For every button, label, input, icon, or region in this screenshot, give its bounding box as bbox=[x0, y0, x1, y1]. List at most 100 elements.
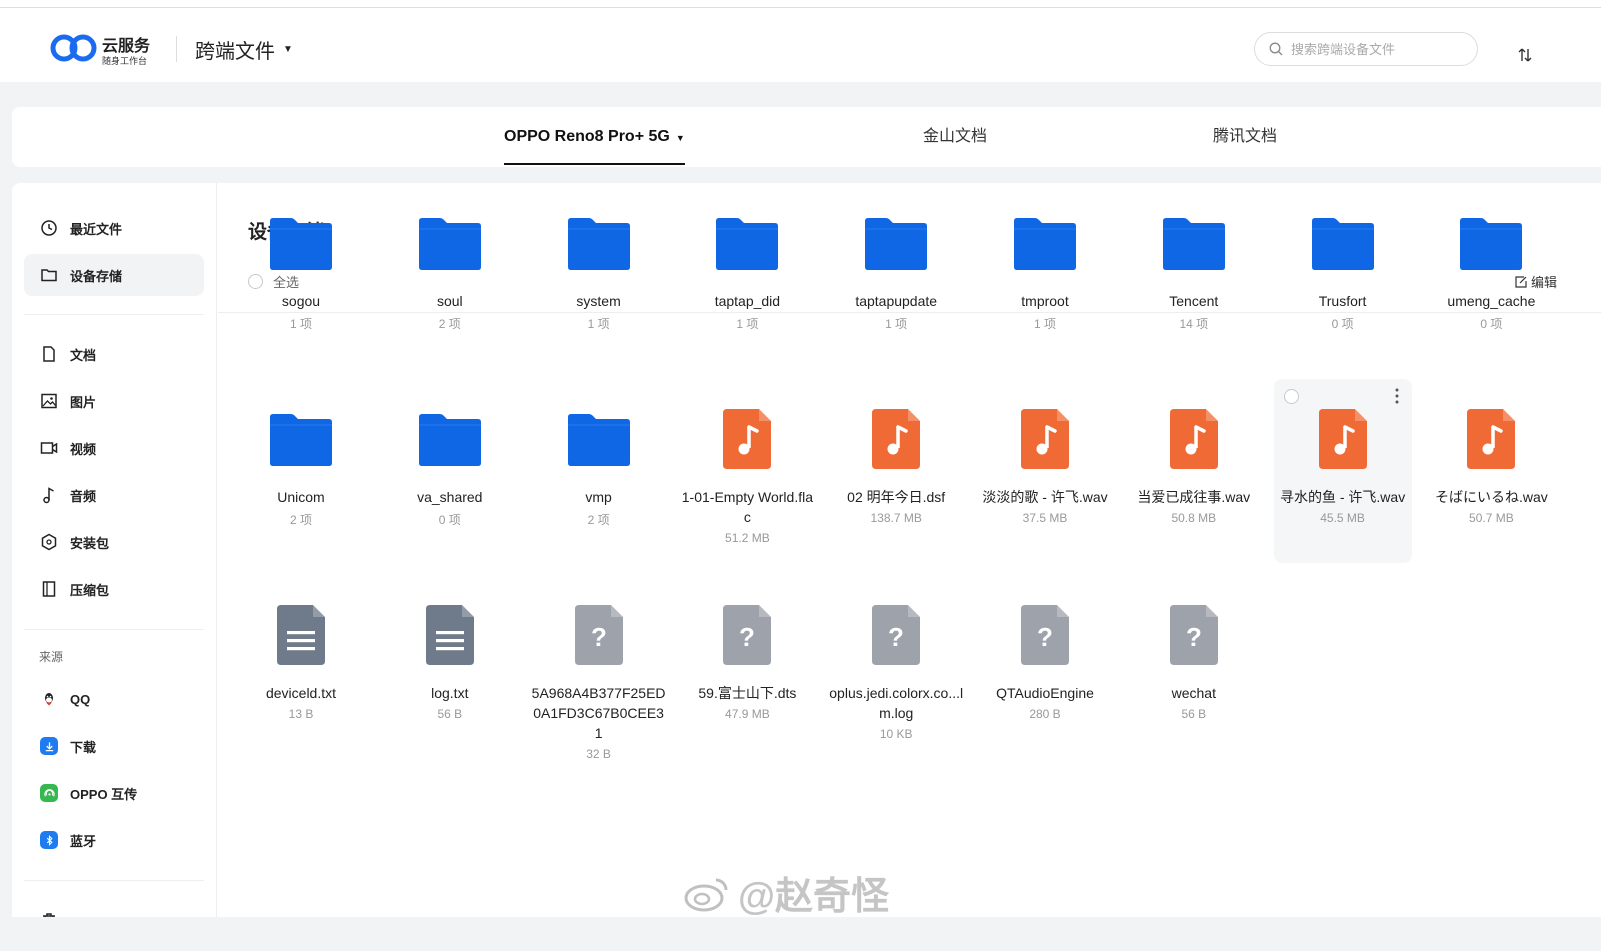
caret-down-icon: ▼ bbox=[283, 44, 293, 55]
sidebar-item-label: 最近文件 bbox=[70, 221, 123, 237]
folder-item[interactable]: umeng_cache 0 项 bbox=[1422, 183, 1560, 367]
source-tabs: OPPO Reno8 Pro+ 5G ▼ 金山文档 腾讯文档 bbox=[12, 107, 1601, 167]
file-item[interactable]: ? oplus.jedi.colorx.co...lm.log 10 KB bbox=[827, 575, 965, 759]
sidebar-item-audio[interactable]: 音频 bbox=[24, 474, 204, 516]
sidebar-item-cut-off[interactable] bbox=[24, 899, 204, 917]
file-item[interactable]: 1-01-Empty World.flac 51.2 MB bbox=[678, 379, 816, 563]
file-item[interactable]: 寻水的鱼 - 许飞.wav 45.5 MB bbox=[1273, 379, 1412, 563]
caret-down-icon: ▼ bbox=[675, 133, 685, 143]
clock-icon bbox=[40, 219, 58, 237]
file-meta: 2 项 bbox=[438, 317, 461, 331]
file-name: soul bbox=[436, 293, 463, 309]
folder-item[interactable]: Tencent 14 项 bbox=[1125, 183, 1263, 367]
archive-icon bbox=[40, 580, 58, 598]
weibo-logo-icon bbox=[684, 878, 728, 911]
sidebar-item-label: QQ bbox=[70, 691, 91, 707]
sidebar-item-recent[interactable]: 最近文件 bbox=[24, 207, 204, 249]
qq-icon bbox=[40, 690, 58, 708]
audio-file-icon bbox=[864, 407, 928, 471]
folder-file-icon bbox=[1311, 211, 1375, 275]
file-meta: 32 B bbox=[586, 747, 611, 761]
file-meta: 0 项 bbox=[438, 513, 461, 527]
svg-text:?: ? bbox=[591, 622, 607, 652]
sidebar-item-images[interactable]: 图片 bbox=[24, 380, 204, 422]
file-name: system bbox=[576, 293, 621, 309]
file-name: Trusfort bbox=[1318, 293, 1367, 309]
file-item[interactable]: ? wechat 56 B bbox=[1125, 575, 1263, 759]
file-name: 02 明年今日.dsf bbox=[847, 489, 946, 505]
folder-item[interactable]: taptapupdate 1 项 bbox=[827, 183, 965, 367]
sidebar-divider bbox=[24, 629, 204, 630]
file-browser: 设备存储 全选 编辑 sogou1 项soul2 项system1 项tapta… bbox=[218, 183, 1601, 917]
file-meta: 47.9 MB bbox=[725, 707, 770, 721]
sources-heading: 来源 bbox=[39, 650, 64, 664]
sidebar-item-qq[interactable]: QQ bbox=[24, 678, 204, 720]
sidebar-item-oppo-share[interactable]: OPPO 互传 bbox=[24, 772, 204, 814]
svg-text:?: ? bbox=[739, 622, 755, 652]
file-name: 5A968A4B377F25ED0A1FD3C67B0CEE31 bbox=[531, 685, 666, 741]
folder-item[interactable]: Trusfort 0 项 bbox=[1274, 183, 1412, 367]
more-options-icon[interactable] bbox=[1394, 387, 1400, 405]
file-name: umeng_cache bbox=[1447, 293, 1536, 309]
tab-label: 金山文档 bbox=[923, 128, 988, 145]
bluetooth-icon bbox=[40, 831, 58, 849]
file-item[interactable]: ? QTAudioEngine 280 B bbox=[976, 575, 1114, 759]
sidebar-item-documents[interactable]: 文档 bbox=[24, 333, 204, 375]
folder-item[interactable]: vmp 2 项 bbox=[530, 379, 668, 563]
search-box[interactable] bbox=[1254, 32, 1478, 66]
sidebar-item-device-storage[interactable]: 设备存储 bbox=[24, 254, 204, 296]
file-meta: 50.8 MB bbox=[1171, 511, 1217, 525]
app-switcher[interactable]: 跨端文件 ▼ bbox=[195, 35, 293, 64]
sidebar-item-archives[interactable]: 压缩包 bbox=[24, 568, 204, 610]
file-name: log.txt bbox=[431, 685, 469, 701]
header-divider bbox=[176, 36, 177, 62]
file-meta: 45.5 MB bbox=[1320, 511, 1365, 525]
svg-text:?: ? bbox=[1186, 622, 1202, 652]
tab-label: OPPO Reno8 Pro+ 5G bbox=[504, 128, 670, 145]
folder-file-icon bbox=[864, 211, 928, 275]
folder-file-icon bbox=[418, 211, 482, 275]
file-item[interactable]: 淡淡的歌 - 许飞.wav 37.5 MB bbox=[976, 379, 1114, 563]
tab-oppo-reno8[interactable]: OPPO Reno8 Pro+ 5G ▼ bbox=[504, 107, 685, 167]
file-item[interactable]: 当爱已成往事.wav 50.8 MB bbox=[1125, 379, 1263, 563]
folder-item[interactable]: taptap_did 1 项 bbox=[678, 183, 816, 367]
file-meta: 56 B bbox=[1181, 707, 1207, 721]
file-meta: 56 B bbox=[437, 707, 463, 721]
cloud-service-logo[interactable]: 云服务 随身工作台 bbox=[50, 30, 170, 70]
tab-kingsoft-docs[interactable]: 金山文档 bbox=[923, 107, 987, 167]
file-name: QTAudioEngine bbox=[996, 685, 1094, 701]
file-item[interactable]: ? 59.富士山下.dts 47.9 MB bbox=[678, 575, 816, 759]
folder-file-icon bbox=[418, 407, 482, 471]
file-item[interactable]: 02 明年今日.dsf 138.7 MB bbox=[827, 379, 965, 563]
sidebar-item-bluetooth[interactable]: 蓝牙 bbox=[24, 819, 204, 861]
text-file-icon bbox=[418, 603, 482, 667]
sidebar-item-label: 压缩包 bbox=[70, 582, 110, 598]
file-name: taptap_did bbox=[714, 293, 781, 309]
file-name: 1-01-Empty World.flac bbox=[681, 489, 813, 525]
file-item[interactable]: ? 5A968A4B377F25ED0A1FD3C67B0CEE31 32 B bbox=[530, 575, 668, 761]
folder-item[interactable]: tmproot 1 项 bbox=[976, 183, 1114, 367]
file-meta: 13 B bbox=[288, 707, 314, 721]
tab-tencent-docs[interactable]: 腾讯文档 bbox=[1213, 107, 1277, 167]
folder-item[interactable]: system 1 项 bbox=[530, 183, 668, 367]
folder-item[interactable]: sogou 1 项 bbox=[232, 183, 370, 367]
file-name: 寻水的鱼 - 许飞.wav bbox=[1279, 489, 1406, 505]
logo-subtitle: 随身工作台 bbox=[102, 56, 148, 66]
folder-item[interactable]: soul 2 项 bbox=[381, 183, 519, 367]
sidebar-item-label: 音频 bbox=[70, 488, 97, 504]
file-item[interactable]: そばにいるね.wav 50.7 MB bbox=[1422, 379, 1560, 563]
sidebar-divider bbox=[24, 314, 204, 315]
file-item[interactable]: log.txt 56 B bbox=[381, 575, 519, 759]
file-item[interactable]: deviceld.txt 13 B bbox=[232, 575, 370, 759]
app-header: 云服务 随身工作台 跨端文件 ▼ bbox=[0, 8, 1601, 82]
sidebar-item-videos[interactable]: 视频 bbox=[24, 427, 204, 469]
transfer-sort-icon[interactable] bbox=[1516, 46, 1534, 64]
sidebar-item-downloads[interactable]: 下载 bbox=[24, 725, 204, 767]
folder-item[interactable]: Unicom 2 项 bbox=[232, 379, 370, 563]
file-meta: 2 项 bbox=[587, 513, 610, 527]
logo-icon bbox=[50, 34, 97, 62]
item-select-radio[interactable] bbox=[1283, 389, 1299, 404]
folder-item[interactable]: va_shared 0 项 bbox=[381, 379, 519, 563]
sidebar-item-packages[interactable]: 安装包 bbox=[24, 521, 204, 563]
search-input[interactable] bbox=[1291, 41, 1461, 57]
